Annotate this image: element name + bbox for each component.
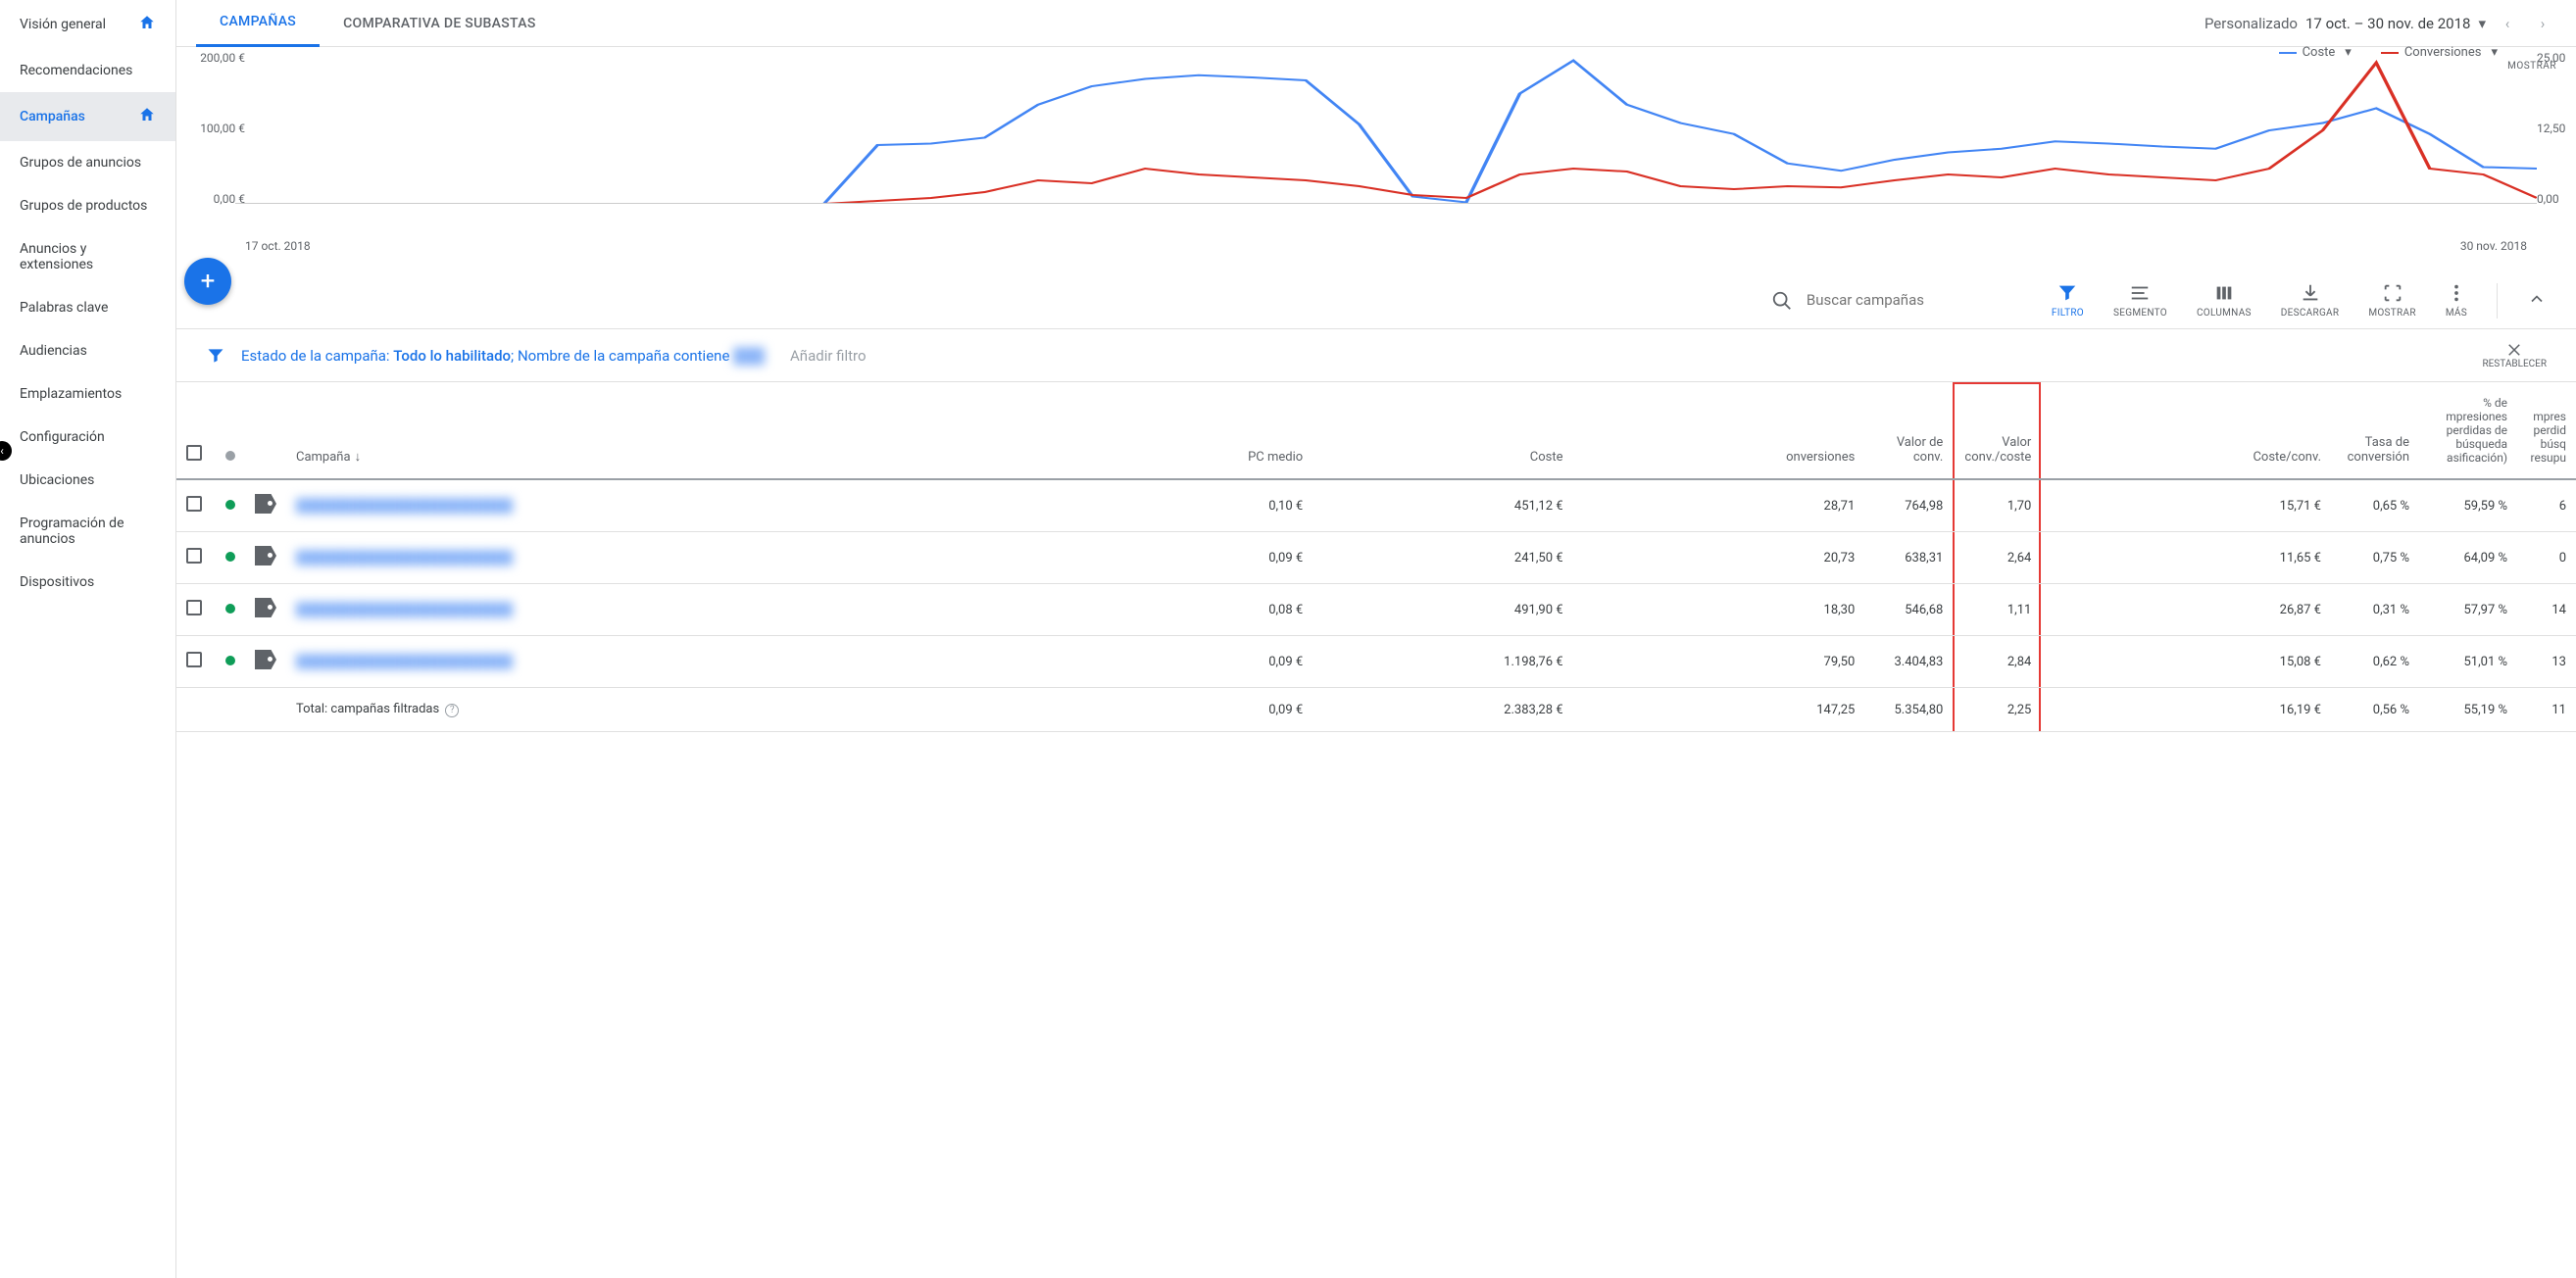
- x-end: 30 nov. 2018: [2460, 239, 2527, 253]
- row-checkbox[interactable]: [186, 600, 202, 615]
- status-dot-icon: [225, 552, 235, 562]
- col-conversiones[interactable]: onversiones: [1573, 382, 1865, 479]
- campaign-name[interactable]: ████████████████████████: [296, 655, 513, 669]
- sidebar-item[interactable]: Anuncios y extensiones: [0, 227, 175, 286]
- dropdown-icon[interactable]: ▾: [2478, 15, 2486, 32]
- status-dot-icon: [225, 656, 235, 665]
- sidebar-item[interactable]: Ubicaciones: [0, 459, 175, 502]
- col-campaign[interactable]: Campaña↓: [286, 382, 1066, 479]
- sidebar-item[interactable]: Programación de anuncios: [0, 502, 175, 561]
- tag-icon: [255, 650, 276, 669]
- tab[interactable]: COMPARATIVA DE SUBASTAS: [320, 0, 560, 47]
- campaign-name[interactable]: ████████████████████████: [296, 499, 513, 514]
- home-icon: [138, 106, 156, 127]
- date-label: Personalizado: [2204, 15, 2298, 32]
- col-cpc[interactable]: PC medio: [1066, 382, 1313, 479]
- add-filter[interactable]: Añadir filtro: [790, 347, 867, 365]
- tabs-bar: CAMPAÑASCOMPARATIVA DE SUBASTAS Personal…: [176, 0, 2576, 47]
- sidebar: Visión generalRecomendacionesCampañasGru…: [0, 0, 176, 1278]
- date-next-icon[interactable]: ›: [2529, 10, 2556, 37]
- col-impr[interactable]: % de mpresiones perdidas de búsqueda asi…: [2419, 382, 2517, 479]
- collapse-icon[interactable]: [2527, 289, 2547, 313]
- search-icon[interactable]: [1771, 290, 1793, 312]
- segment-tool[interactable]: SEGMENTO: [2113, 282, 2167, 319]
- sidebar-item[interactable]: Emplazamientos: [0, 372, 175, 416]
- row-checkbox[interactable]: [186, 652, 202, 667]
- filter-tool[interactable]: FILTRO: [2052, 282, 2084, 319]
- row-checkbox[interactable]: [186, 496, 202, 512]
- columns-tool[interactable]: COLUMNAS: [2197, 282, 2252, 319]
- funnel-icon: [206, 346, 225, 366]
- search-box: [206, 290, 2003, 312]
- table-row[interactable]: ████████████████████████ 0,09 € 241,50 €…: [176, 532, 2576, 584]
- status-dot-icon: [225, 604, 235, 614]
- sidebar-item[interactable]: Visión general: [0, 0, 175, 49]
- sidebar-item[interactable]: Dispositivos: [0, 561, 175, 604]
- select-all-checkbox[interactable]: [186, 445, 202, 461]
- home-icon: [138, 14, 156, 35]
- sidebar-item[interactable]: Grupos de productos: [0, 184, 175, 227]
- tab[interactable]: CAMPAÑAS: [196, 0, 320, 47]
- col-coste[interactable]: Coste: [1313, 382, 1572, 479]
- x-start: 17 oct. 2018: [245, 239, 311, 253]
- date-range-picker[interactable]: Personalizado 17 oct. – 30 nov. de 2018 …: [2204, 10, 2556, 37]
- campaigns-table: Campaña↓ PC medio Coste onversiones Valo…: [176, 381, 2576, 732]
- tag-icon: [255, 546, 276, 565]
- sidebar-item[interactable]: Recomendaciones: [0, 49, 175, 92]
- campaign-name[interactable]: ████████████████████████: [296, 551, 513, 565]
- table-row[interactable]: ████████████████████████ 0,08 € 491,90 €…: [176, 584, 2576, 636]
- table-total-row: Total: campañas filtradas? 0,09 €2.383,2…: [176, 688, 2576, 732]
- col-tasa[interactable]: Tasa de conversión: [2331, 382, 2419, 479]
- status-header-icon: [225, 451, 235, 461]
- col-valor-conv[interactable]: Valor de conv.: [1864, 382, 1953, 479]
- table-toolbar: FILTRO SEGMENTO COLUMNAS DESCARGAR MOSTR…: [176, 272, 2576, 329]
- reset-filters[interactable]: RESTABLECER: [2482, 341, 2547, 369]
- sidebar-item[interactable]: Configuración: [0, 416, 175, 459]
- tag-icon: [255, 598, 276, 617]
- info-icon[interactable]: ?: [445, 704, 459, 717]
- expand-tool[interactable]: MOSTRAR: [2368, 282, 2415, 319]
- add-campaign-fab[interactable]: +: [184, 258, 231, 305]
- col-coste-conv[interactable]: Coste/conv.: [2041, 382, 2331, 479]
- table-row[interactable]: ████████████████████████ 0,10 € 451,12 €…: [176, 479, 2576, 532]
- date-value: 17 oct. – 30 nov. de 2018: [2305, 15, 2470, 32]
- line-chart: 200,00 € 100,00 € 0,00 € 25,00 12,50 0,0…: [235, 57, 2537, 233]
- date-prev-icon[interactable]: ‹: [2494, 10, 2521, 37]
- table-header-row: Campaña↓ PC medio Coste onversiones Valo…: [176, 382, 2576, 479]
- status-dot-icon: [225, 500, 235, 510]
- col-impr2[interactable]: mpres perdid búsq resupu: [2517, 382, 2576, 479]
- tag-icon: [255, 494, 276, 514]
- more-tool[interactable]: MÁS: [2446, 282, 2467, 319]
- campaign-name[interactable]: ████████████████████████: [296, 603, 513, 617]
- sidebar-item[interactable]: Campañas: [0, 92, 175, 141]
- search-input[interactable]: [1807, 291, 2003, 310]
- chart-area: Coste▾ Conversiones▾ MOSTRAR 200,00 € 10…: [176, 47, 2576, 272]
- col-valor-coste[interactable]: Valor conv./coste: [1953, 382, 2041, 479]
- filter-bar: Estado de la campaña: Todo lo habilitado…: [176, 329, 2576, 381]
- sidebar-item[interactable]: Palabras clave: [0, 286, 175, 329]
- row-checkbox[interactable]: [186, 548, 202, 564]
- main-content: CAMPAÑASCOMPARATIVA DE SUBASTAS Personal…: [176, 0, 2576, 1278]
- table-row[interactable]: ████████████████████████ 0,09 € 1.198,76…: [176, 636, 2576, 688]
- filter-chip[interactable]: Estado de la campaña: Todo lo habilitado…: [241, 347, 765, 365]
- download-tool[interactable]: DESCARGAR: [2281, 282, 2340, 319]
- sidebar-item[interactable]: Grupos de anuncios: [0, 141, 175, 184]
- sidebar-item[interactable]: Audiencias: [0, 329, 175, 372]
